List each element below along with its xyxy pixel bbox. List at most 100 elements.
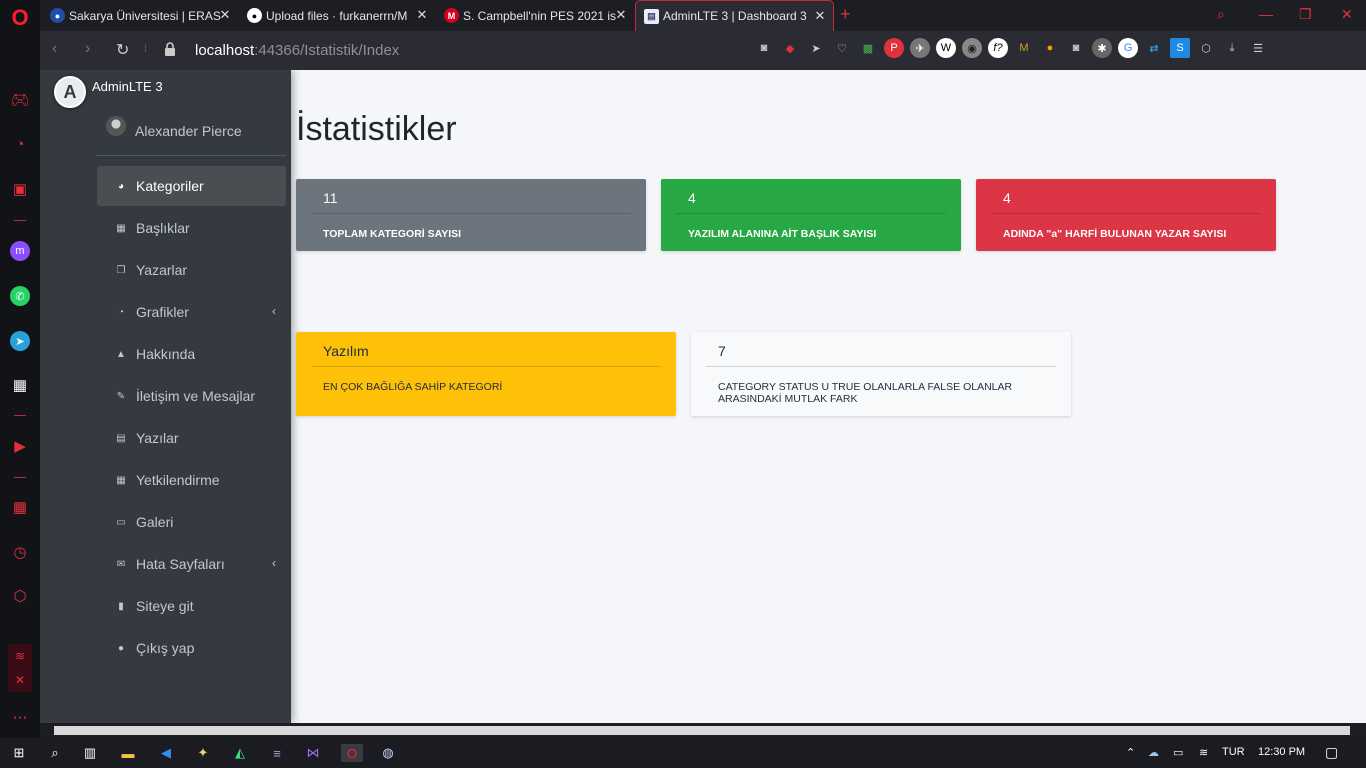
gamepad-icon[interactable]: 🎮︎	[8, 88, 32, 112]
language-indicator[interactable]: TUR	[1222, 746, 1245, 758]
tab-pes[interactable]: M S. Campbell'nin PES 2021 is ✕	[436, 0, 634, 31]
main-sidebar: A AdminLTE 3 Alexander Pierce ◕ Kategori…	[40, 70, 291, 723]
rocket-extension-icon[interactable]: ✈	[910, 38, 930, 58]
calendar-icon: ▦	[116, 474, 126, 486]
sidebar-item-cikis-yap[interactable]: ● Çıkış yap	[97, 628, 286, 668]
sidebar-item-galeri[interactable]: ▭ Galeri	[97, 502, 286, 542]
s-extension-icon[interactable]: S	[1170, 38, 1190, 58]
heart-icon[interactable]: ♡	[832, 38, 852, 58]
sidebar-item-yazilar[interactable]: ▤ Yazılar	[97, 418, 286, 458]
chevron-up-icon[interactable]: ⌃	[1126, 746, 1135, 759]
discord-icon[interactable]: ▦	[8, 373, 32, 397]
reload-icon[interactable]: ↻	[116, 40, 129, 60]
restore-icon[interactable]: ❐	[1299, 6, 1312, 23]
workspaces-icon[interactable]: ▦	[8, 495, 32, 519]
whatsapp-icon[interactable]: ✆	[10, 286, 30, 306]
file-explorer-icon[interactable]: ▬	[119, 744, 137, 762]
book-icon: ▮	[118, 600, 124, 612]
vpn-panel[interactable]: ≋ ✕	[8, 644, 32, 692]
stat-label: EN ÇOK BAĞLIĞA SAHİP KATEGORİ	[323, 381, 503, 393]
share-extension-icon[interactable]: ⇄	[1144, 38, 1164, 58]
back-icon[interactable]: ‹	[52, 40, 57, 58]
m-extension-icon[interactable]: M	[1014, 38, 1034, 58]
lock-icon[interactable]	[164, 42, 176, 56]
messenger-icon[interactable]: m	[10, 241, 30, 261]
cube-extension-icon[interactable]: ▩	[858, 38, 878, 58]
sidebar-item-hakkinda[interactable]: ▲ Hakkında	[97, 334, 286, 374]
grid-dots-icon[interactable]: ⁞	[144, 44, 147, 55]
app-icon[interactable]: ✦	[194, 744, 212, 762]
opera-taskbar-icon[interactable]: O	[341, 744, 363, 762]
close-icon[interactable]: ✕	[415, 8, 429, 22]
sidebar-item-siteye-git[interactable]: ▮ Siteye git	[97, 586, 286, 626]
history-icon[interactable]: ◷	[8, 540, 32, 564]
app-icon[interactable]: ◍	[379, 744, 397, 762]
tab-title: Upload files · furkanerrn/M	[266, 8, 408, 23]
circle-extension-icon[interactable]: ◉	[962, 38, 982, 58]
screenshot-extension-icon[interactable]: ◙	[1066, 38, 1086, 58]
shield-icon[interactable]: ◆	[780, 38, 800, 58]
close-window-icon[interactable]: ✕	[1341, 6, 1353, 23]
settings-extension-icon[interactable]: ✱	[1092, 38, 1112, 58]
camera-icon[interactable]: ◙	[754, 38, 774, 58]
speed-dial-icon[interactable]: ◔	[8, 132, 32, 156]
wifi-icon[interactable]: ≋	[1199, 746, 1208, 759]
tab-sakarya[interactable]: ● Sakarya Üniversitesi | ERAS ✕	[42, 0, 238, 31]
new-tab-button[interactable]: +	[840, 4, 851, 25]
screen: O 🎮︎ ◔ ▣ m ✆ ➤ ▦ ▶ ▦ ◷ ⬡ ≋ ✕ ⋯ ● Sakarya…	[0, 0, 1366, 768]
box-icon[interactable]: ⬡	[1196, 38, 1216, 58]
close-icon[interactable]: ✕	[614, 8, 628, 22]
visual-studio-icon[interactable]: ⋈	[304, 744, 322, 762]
app-icon[interactable]: ≡	[268, 744, 286, 762]
player-icon[interactable]: ▶	[8, 434, 32, 458]
font-finder-extension-icon[interactable]: f?	[988, 38, 1008, 58]
close-icon[interactable]: ✕	[813, 9, 827, 23]
wikipedia-extension-icon[interactable]: W	[936, 38, 956, 58]
sidebar-item-hata-sayfalari[interactable]: ✉ Hata Sayfaları ‹	[97, 544, 286, 584]
pinterest-extension-icon[interactable]: P	[884, 38, 904, 58]
search-icon[interactable]: ⌕	[46, 744, 64, 762]
sidebar-item-kategoriler[interactable]: ◕ Kategoriler	[97, 166, 286, 206]
search-tabs-icon[interactable]: ⌕	[1217, 6, 1225, 23]
stat-value: Yazılım	[323, 343, 369, 359]
extensions-cube-icon[interactable]: ⬡	[8, 584, 32, 608]
sidebar-item-label: İletişim ve Mesajlar	[136, 388, 256, 404]
forward-icon[interactable]: ›	[85, 40, 90, 58]
brand-name[interactable]: AdminLTE 3	[92, 79, 163, 94]
opera-logo-icon[interactable]: O	[8, 5, 32, 30]
task-view-icon[interactable]: ▥	[81, 744, 99, 762]
sidebar-item-yetkilendirme[interactable]: ▦ Yetkilendirme	[97, 460, 286, 500]
apple-icon: ●	[117, 642, 125, 654]
menu-icon[interactable]: ☰	[1248, 38, 1268, 58]
tab-adminlte[interactable]: ▤ AdminLTE 3 | Dashboard 3 ✕	[635, 0, 834, 31]
android-studio-icon[interactable]: ◭	[231, 744, 249, 762]
scrollbar-thumb[interactable]	[54, 726, 1350, 735]
sidebar-item-basliklar[interactable]: ▦ Başlıklar	[97, 208, 286, 248]
telegram-icon[interactable]: ➤	[10, 331, 30, 351]
address-bar: ‹ › ↻ ⁞ localhost:44366/Istatistik/Index…	[40, 31, 1366, 70]
notifications-icon[interactable]: ▢	[1325, 744, 1338, 761]
sidebar-item-grafikler[interactable]: ◔ Grafikler ‹	[97, 292, 286, 332]
user-name[interactable]: Alexander Pierce	[135, 123, 242, 139]
briefcase-icon[interactable]: ▣	[8, 177, 32, 201]
bottle-extension-icon[interactable]: ●	[1040, 38, 1060, 58]
tab-github[interactable]: ● Upload files · furkanerrn/M ✕	[239, 0, 435, 31]
sidebar-item-label: Başlıklar	[136, 220, 190, 236]
sidebar-item-iletisim[interactable]: ✎ İletişim ve Mesajlar	[97, 376, 286, 416]
close-icon[interactable]: ✕	[218, 8, 232, 22]
battery-icon[interactable]: ▭	[1173, 746, 1183, 759]
minimize-icon[interactable]: —	[1259, 6, 1273, 22]
more-icon[interactable]: ⋯	[8, 705, 32, 729]
download-icon[interactable]: ⤓	[1222, 38, 1242, 58]
horizontal-scrollbar[interactable]	[40, 723, 1366, 738]
sidebar-item-yazarlar[interactable]: ❐ Yazarlar	[97, 250, 286, 290]
windows-start-icon[interactable]: ⊞	[10, 744, 28, 762]
user-panel[interactable]: Alexander Pierce	[96, 110, 286, 156]
url-input[interactable]: localhost:44366/Istatistik/Index	[195, 42, 399, 59]
google-translate-icon[interactable]: G	[1118, 38, 1138, 58]
cloud-icon[interactable]: ☁	[1148, 746, 1159, 759]
adminlte-logo-icon[interactable]: A	[54, 76, 86, 108]
vscode-icon[interactable]: ◀	[157, 744, 175, 762]
clock[interactable]: 12:30 PM	[1258, 746, 1305, 758]
send-icon[interactable]: ➤	[806, 38, 826, 58]
